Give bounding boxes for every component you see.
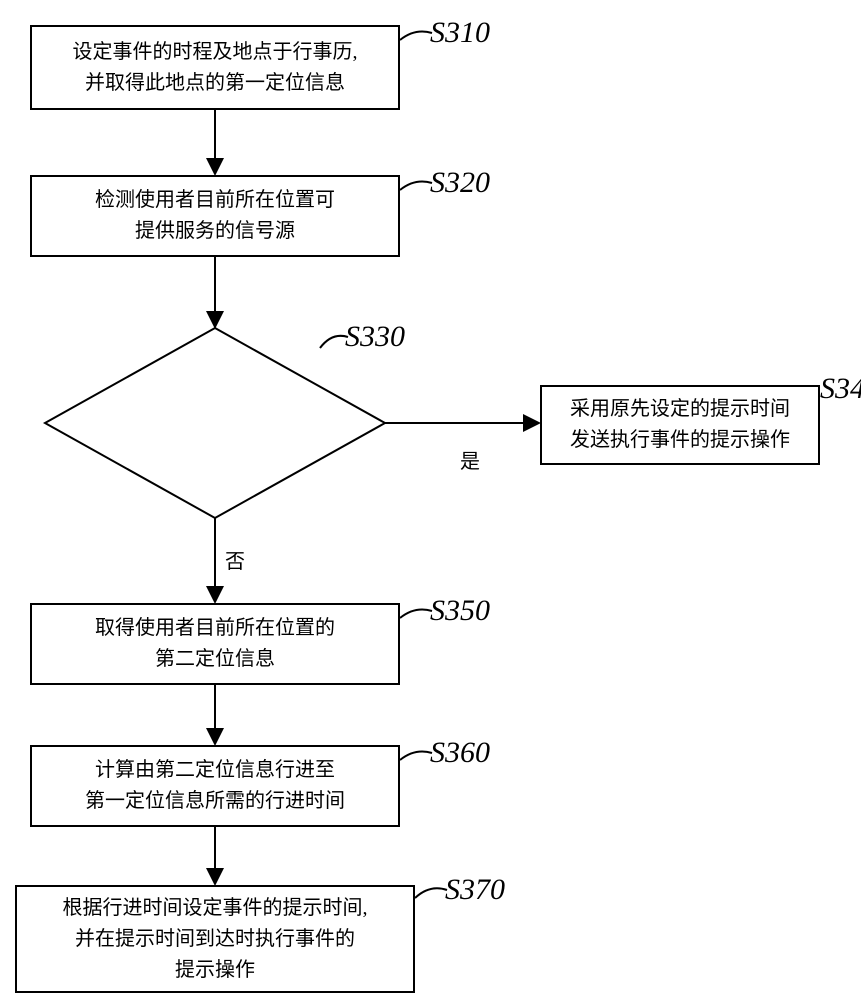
- edge-yes-label: 是: [460, 445, 480, 474]
- label-s360: S360: [430, 736, 490, 770]
- node-s350: 取得使用者目前所在位置的 第二定位信息: [30, 603, 400, 685]
- node-s330-text: 判断目前 所在位置是否在事件 地点提供服务的信号源的 信号范围内？: [110, 364, 319, 482]
- label-s370: S370: [445, 873, 505, 907]
- node-s370-text: 根据行进时间设定事件的提示时间, 并在提示时间到达时执行事件的 提示操作: [63, 893, 368, 986]
- node-s370: 根据行进时间设定事件的提示时间, 并在提示时间到达时执行事件的 提示操作: [15, 885, 415, 993]
- label-s350: S350: [430, 594, 490, 628]
- node-s310: 设定事件的时程及地点于行事历, 并取得此地点的第一定位信息: [30, 25, 400, 110]
- node-s320-text: 检测使用者目前所在位置可 提供服务的信号源: [95, 185, 335, 247]
- node-s340-text: 采用原先设定的提示时间 发送执行事件的提示操作: [570, 394, 790, 456]
- label-s320: S320: [430, 166, 490, 200]
- node-s320: 检测使用者目前所在位置可 提供服务的信号源: [30, 175, 400, 257]
- label-s330: S330: [345, 320, 405, 354]
- label-s340: S340: [820, 372, 861, 406]
- label-s310: S310: [430, 16, 490, 50]
- node-s360-text: 计算由第二定位信息行进至 第一定位信息所需的行进时间: [85, 755, 345, 817]
- node-s310-text: 设定事件的时程及地点于行事历, 并取得此地点的第一定位信息: [73, 37, 358, 99]
- node-s330: 判断目前 所在位置是否在事件 地点提供服务的信号源的 信号范围内？: [60, 328, 370, 518]
- flowchart-canvas: 设定事件的时程及地点于行事历, 并取得此地点的第一定位信息 S310 检测使用者…: [0, 0, 861, 1000]
- node-s340: 采用原先设定的提示时间 发送执行事件的提示操作: [540, 385, 820, 465]
- node-s360: 计算由第二定位信息行进至 第一定位信息所需的行进时间: [30, 745, 400, 827]
- node-s350-text: 取得使用者目前所在位置的 第二定位信息: [95, 613, 335, 675]
- edge-no-label: 否: [225, 545, 245, 574]
